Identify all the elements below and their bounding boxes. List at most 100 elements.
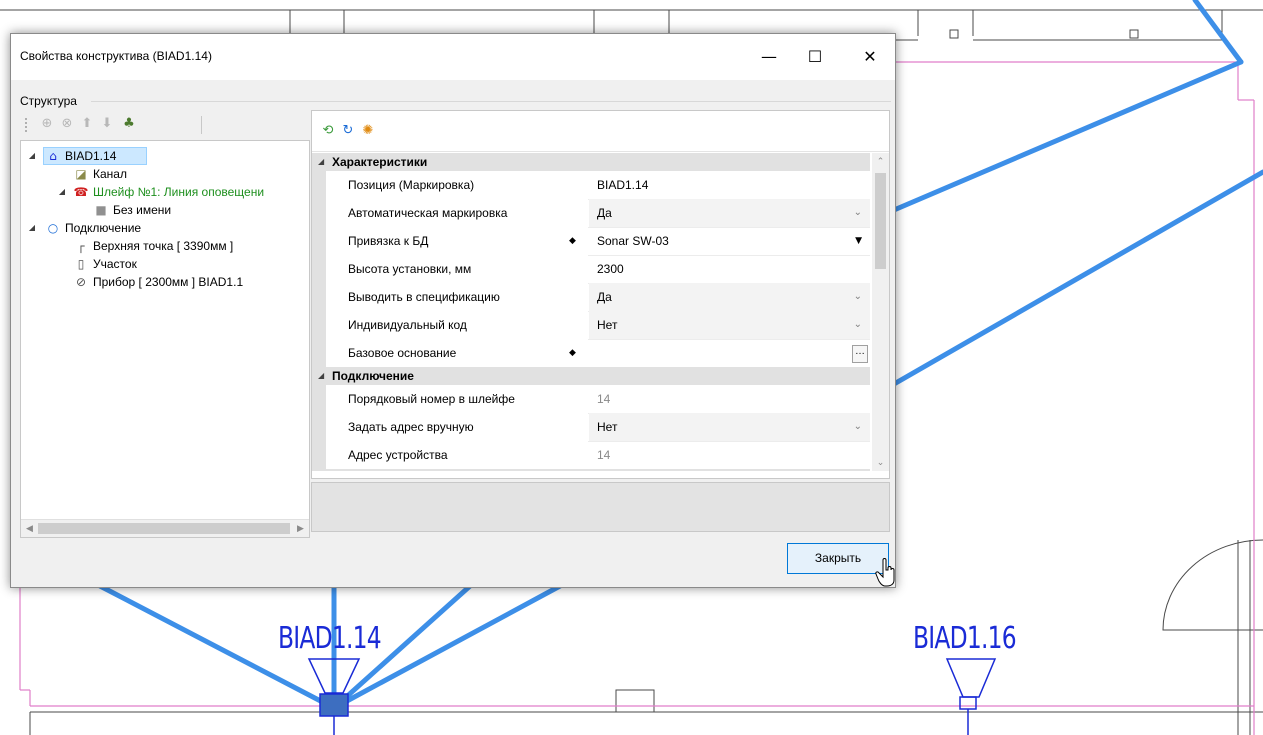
property-toolbar: ⟲ ↻ ✺ [312,111,889,152]
property-row-auto-marking[interactable]: Автоматическая маркировка Да ⌄ [312,199,870,228]
category-partial[interactable]: ◢ [312,469,870,471]
diamond-marker-icon: ◆ [569,236,576,246]
select-value: Да [597,290,612,304]
tree-item-label: Подключение [65,221,142,235]
property-name: Выводить в спецификацию [312,283,588,311]
connect-icon[interactable]: ♣ [121,116,137,132]
scroll-up-icon[interactable]: ⌃ [872,153,889,170]
property-value-input[interactable]: BIAD1.14 [589,171,870,199]
tree-item-label: Шлейф №1: Линия оповещени [93,185,265,199]
add-icon[interactable]: ⊕ [39,116,55,132]
property-row-individual-code[interactable]: Индивидуальный код Нет ⌄ [312,311,870,340]
collapse-icon[interactable]: ◢ [318,153,324,171]
device-label-biad1-16: BIAD1.16 [913,621,1017,656]
update-icon[interactable]: ↻ [340,123,356,139]
toolbar-separator [201,116,202,134]
diamond-marker-icon: ◆ [569,348,576,358]
ellipsis-button[interactable]: … [852,345,868,363]
property-description-panel [311,482,890,532]
chevron-down-icon[interactable]: ⌄ [854,283,862,311]
close-window-button[interactable]: ✕ [847,34,893,80]
property-row-position[interactable]: Позиция (Маркировка) BIAD1.14 [312,171,870,200]
tree-item-label: Прибор [ 2300мм ] BIAD1.1 [93,275,244,289]
collapse-toggle[interactable]: ◢ [27,147,37,165]
tree-item-label: Верхняя точка [ 3390мм ] [93,239,234,253]
tree-item-label: Участок [93,257,137,271]
device-node-icon: ⊘ [75,275,87,289]
dropdown-arrow-icon[interactable]: ▼ [855,227,862,255]
property-value-select[interactable]: Нет ⌄ [589,311,870,339]
title-bar[interactable]: Свойства конструктива (BIAD1.14) — ☐ ✕ [11,34,895,80]
maximize-button[interactable]: ☐ [792,34,838,80]
scrollbar-thumb[interactable] [875,173,886,269]
tree-item-device[interactable]: ⊘ Прибор [ 2300мм ] BIAD1.1 [21,273,309,291]
properties-dialog: Свойства конструктива (BIAD1.14) — ☐ ✕ С… [10,33,896,588]
minimize-button[interactable]: — [746,34,792,80]
collapse-toggle[interactable]: ◢ [27,219,37,237]
speaker-symbol-biad1-16 [945,658,997,735]
property-grid: ⟲ ↻ ✺ ◢ Характеристики Позиция (Маркиров… [311,110,890,479]
device-icon: ⌂ [49,149,57,163]
scroll-down-icon[interactable]: ⌄ [872,454,889,471]
tree-item-label: Без имени [113,203,172,217]
property-row-manual-address[interactable]: Задать адрес вручную Нет ⌄ [312,413,870,442]
tree-item-label: BIAD1.14 [65,149,117,163]
property-rows: ◢ Характеристики Позиция (Маркировка) BI… [312,153,870,471]
select-value: Нет [597,318,618,332]
property-value-select[interactable]: Да ⌄ [589,199,870,227]
device-label-biad1-14: BIAD1.14 [278,621,382,656]
close-button[interactable]: Закрыть [787,543,889,574]
property-name: Автоматическая маркировка [312,199,588,227]
property-row-height[interactable]: Высота установки, мм 2300 [312,255,870,284]
chevron-down-icon[interactable]: ⌄ [854,311,862,339]
property-value-select[interactable]: Нет ⌄ [589,413,870,441]
tree-item-loop-1[interactable]: ◢ ☎ Шлейф №1: Линия оповещени [21,183,309,201]
select-value: Sonar SW-03 [597,234,669,248]
tree-horizontal-scrollbar[interactable]: ◀ ▶ [21,519,309,537]
tree-item-biad1-14[interactable]: ◢ ⌂ BIAD1.14 [21,147,171,165]
collapse-icon[interactable]: ◢ [318,469,324,471]
property-value-select[interactable]: Sonar SW-03 ▼ [589,227,870,255]
property-name: Порядковый номер в шлейфе [312,385,588,413]
property-name: Адрес устройства [312,441,588,469]
refresh-db-icon[interactable]: ⟲ [320,123,336,139]
group-divider [91,101,891,102]
collapse-icon[interactable]: ◢ [318,367,324,385]
remove-icon[interactable]: ⊗ [59,116,75,132]
corner-icon: ┌ [77,239,85,253]
property-row-loop-number[interactable]: Порядковый номер в шлейфе 14 [312,385,870,414]
property-value-input[interactable]: … [589,339,870,367]
chevron-down-icon[interactable]: ⌄ [854,413,862,441]
category-label: Подключение [332,369,414,383]
settings-icon[interactable]: ✺ [360,123,376,139]
category-connection[interactable]: ◢ Подключение [312,367,870,385]
structure-tree[interactable]: ◢ ⌂ BIAD1.14 ◪ Канал ◢ ☎ Шлейф №1: Линия… [20,140,310,538]
property-name: Позиция (Маркировка) [312,171,588,199]
tree-item-label: Канал [93,167,127,181]
collapse-toggle[interactable]: ◢ [57,183,67,201]
property-vertical-scrollbar[interactable]: ⌃ ⌄ [872,153,889,471]
property-name: Задать адрес вручную [312,413,588,441]
property-row-device-address[interactable]: Адрес устройства 14 [312,441,870,470]
property-name: Привязка к БД [312,227,588,255]
category-characteristics[interactable]: ◢ Характеристики [312,153,870,171]
structure-group-label: Структура [20,94,77,108]
scroll-right-icon[interactable]: ▶ [292,520,309,537]
move-up-icon[interactable]: ⬆ [79,116,95,132]
scroll-left-icon[interactable]: ◀ [21,520,38,537]
toolbar-grip[interactable] [25,118,29,132]
property-row-base[interactable]: Базовое основание ◆ … [312,339,870,368]
move-down-icon[interactable]: ⬇ [99,116,115,132]
property-value-input[interactable]: 2300 [589,255,870,283]
property-value-select[interactable]: Да ⌄ [589,283,870,311]
property-row-db-binding[interactable]: Привязка к БД ◆ Sonar SW-03 ▼ [312,227,870,256]
chevron-down-icon[interactable]: ⌄ [854,199,862,227]
scrollbar-thumb[interactable] [38,523,290,534]
loop-icon: ☎ [73,185,89,199]
select-value: Да [597,206,612,220]
structure-toolbar: ⊕ ⊗ ⬆ ⬇ ♣ [21,112,301,136]
select-value: Нет [597,420,618,434]
segment-icon: ▯ [77,257,85,271]
property-row-in-spec[interactable]: Выводить в спецификацию Да ⌄ [312,283,870,312]
property-value-readonly: 14 [597,448,611,462]
